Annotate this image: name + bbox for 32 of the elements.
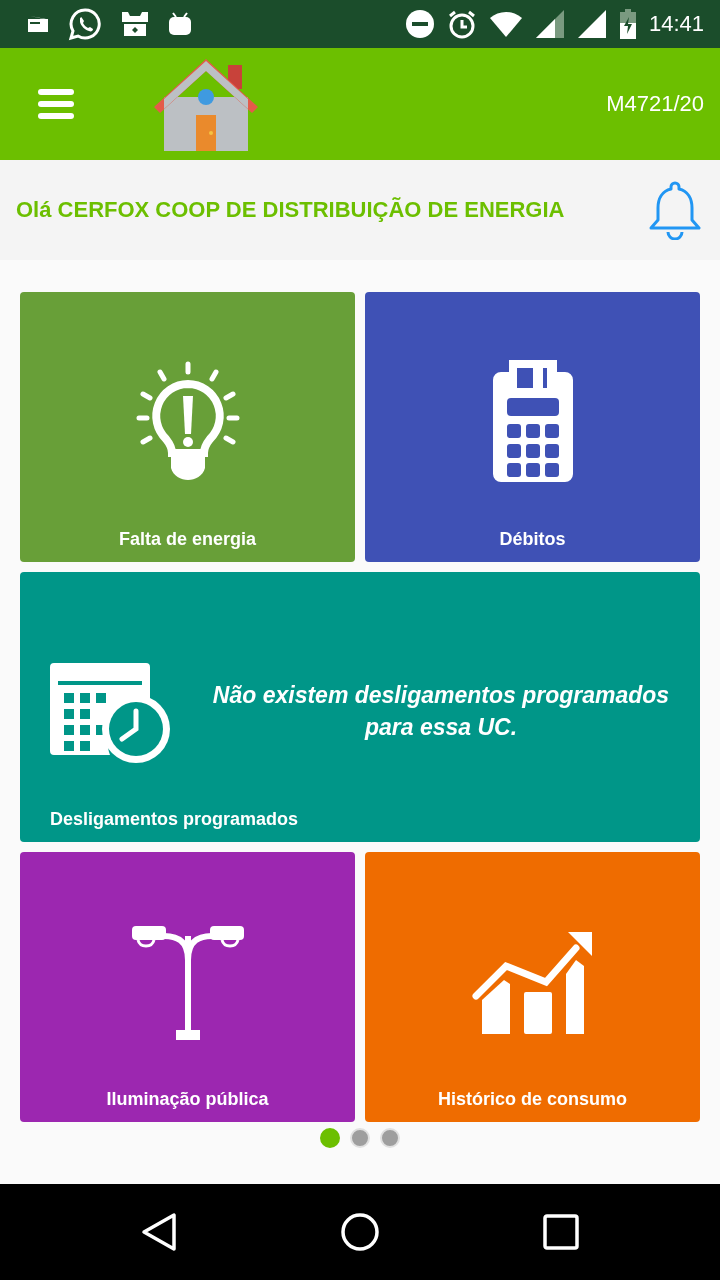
recents-icon xyxy=(542,1214,579,1250)
android-icon xyxy=(168,11,192,37)
menu-tile[interactable]: Falta de energia xyxy=(20,292,355,562)
wifi-icon xyxy=(488,10,523,38)
notifications-button[interactable] xyxy=(648,180,702,240)
schedule-tile[interactable]: Não existem desligamentos programados para essa UC. Desligamentos programados xyxy=(20,572,700,842)
home-button[interactable] xyxy=(340,1212,380,1252)
house-icon xyxy=(154,57,258,151)
schedule-message: Não existem desligamentos programados para essa UC. xyxy=(211,680,671,742)
status-time: 14:41 xyxy=(648,11,704,37)
signal-icon xyxy=(534,9,565,39)
battery-icon xyxy=(618,9,637,39)
greeting-text: Olá CERFOX COOP DE DISTRIBUIÇÃO DE ENERGIA xyxy=(16,197,565,223)
signal-icon xyxy=(576,9,607,39)
account-number: M4721/20 xyxy=(606,91,704,117)
payment-terminal-icon xyxy=(492,359,573,482)
do-not-disturb-icon xyxy=(404,9,435,39)
whatsapp-icon xyxy=(68,7,102,41)
bell-icon xyxy=(648,180,702,240)
back-icon xyxy=(141,1212,178,1252)
menu-icon xyxy=(38,88,74,120)
back-button[interactable] xyxy=(141,1212,178,1252)
page-dot[interactable] xyxy=(320,1128,340,1148)
recents-button[interactable] xyxy=(542,1214,579,1250)
menu-tile[interactable]: Débitos xyxy=(365,292,700,562)
menu-button[interactable] xyxy=(38,88,74,120)
menu-tile[interactable]: Histórico de consumo xyxy=(365,852,700,1122)
radio-icon xyxy=(26,14,50,34)
menu-tile[interactable]: Iluminação pública xyxy=(20,852,355,1122)
store-icon xyxy=(120,10,150,38)
home-icon xyxy=(340,1212,380,1252)
alarm-icon xyxy=(446,9,477,39)
